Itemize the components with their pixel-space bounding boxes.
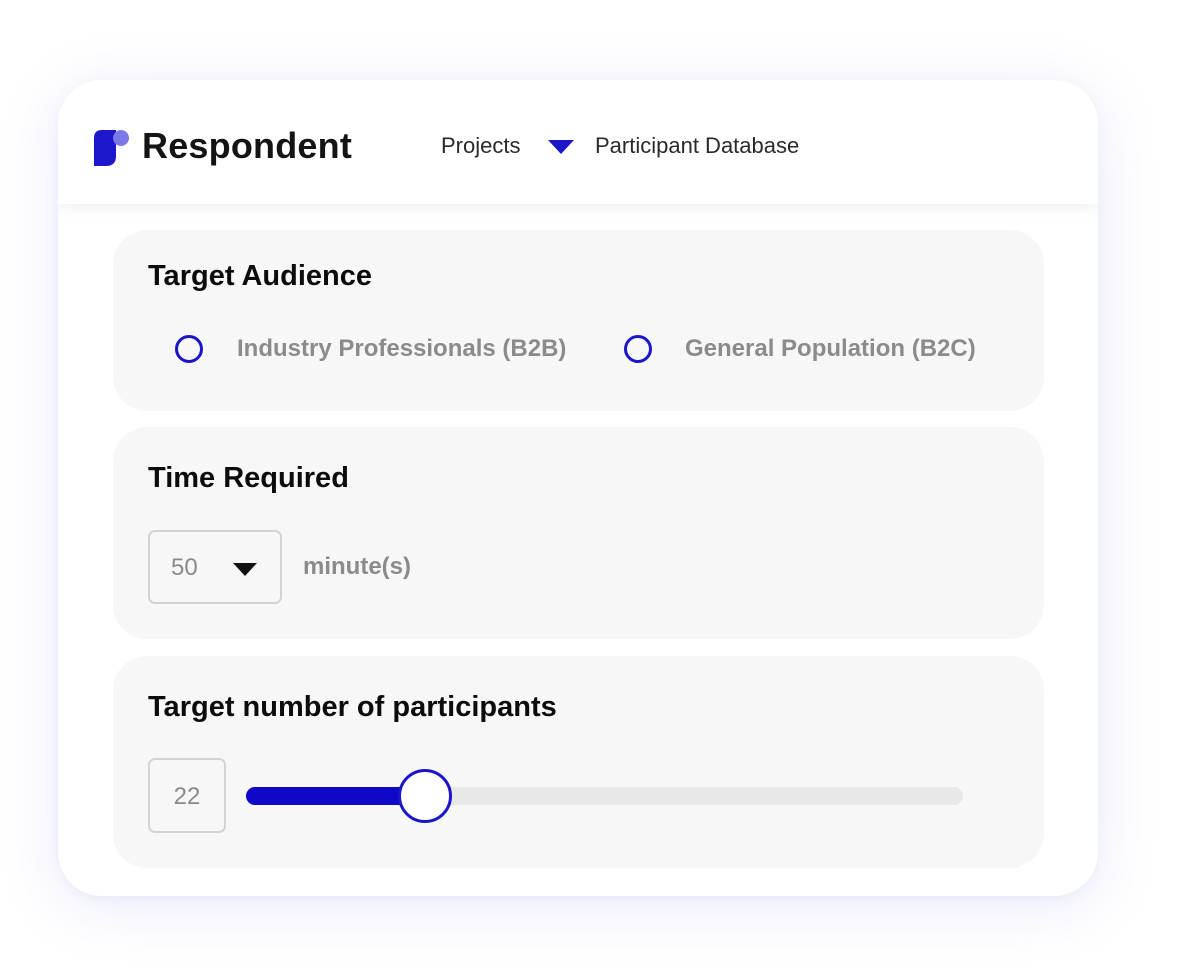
respondent-logo-icon[interactable] xyxy=(94,130,130,166)
duration-select-value: 50 xyxy=(171,554,198,581)
nav-participant-database-link[interactable]: Participant Database xyxy=(595,130,799,162)
page: Respondent Projects Participant Database… xyxy=(0,0,1200,976)
duration-unit-label: minute(s) xyxy=(303,553,411,580)
caret-down-icon[interactable] xyxy=(548,140,574,154)
participants-count-value: 22 xyxy=(173,783,201,810)
radio-label-b2b[interactable]: Industry Professionals (B2B) xyxy=(237,333,566,365)
target-participants-section: Target number of participants 22 xyxy=(113,656,1044,868)
participants-count-input[interactable]: 22 xyxy=(148,758,226,833)
radio-b2c[interactable] xyxy=(624,335,652,363)
participants-slider[interactable] xyxy=(246,769,963,823)
target-audience-section: Target Audience Industry Professionals (… xyxy=(113,230,1044,411)
section-title-target-audience: Target Audience xyxy=(148,260,372,292)
slider-thumb[interactable] xyxy=(398,769,453,823)
form-card: Respondent Projects Participant Database… xyxy=(58,80,1098,896)
chevron-down-icon xyxy=(233,563,257,576)
brand-name[interactable]: Respondent xyxy=(142,124,352,168)
top-nav-bar: Respondent Projects Participant Database xyxy=(58,80,1098,204)
time-required-section: Time Required 50 minute(s) xyxy=(113,427,1044,639)
duration-select[interactable]: 50 xyxy=(148,530,282,604)
section-title-target-participants: Target number of participants xyxy=(148,691,557,723)
section-title-time-required: Time Required xyxy=(148,462,349,494)
nav-projects-link[interactable]: Projects xyxy=(441,130,520,162)
radio-b2b[interactable] xyxy=(175,335,203,363)
radio-label-b2c[interactable]: General Population (B2C) xyxy=(685,333,976,365)
